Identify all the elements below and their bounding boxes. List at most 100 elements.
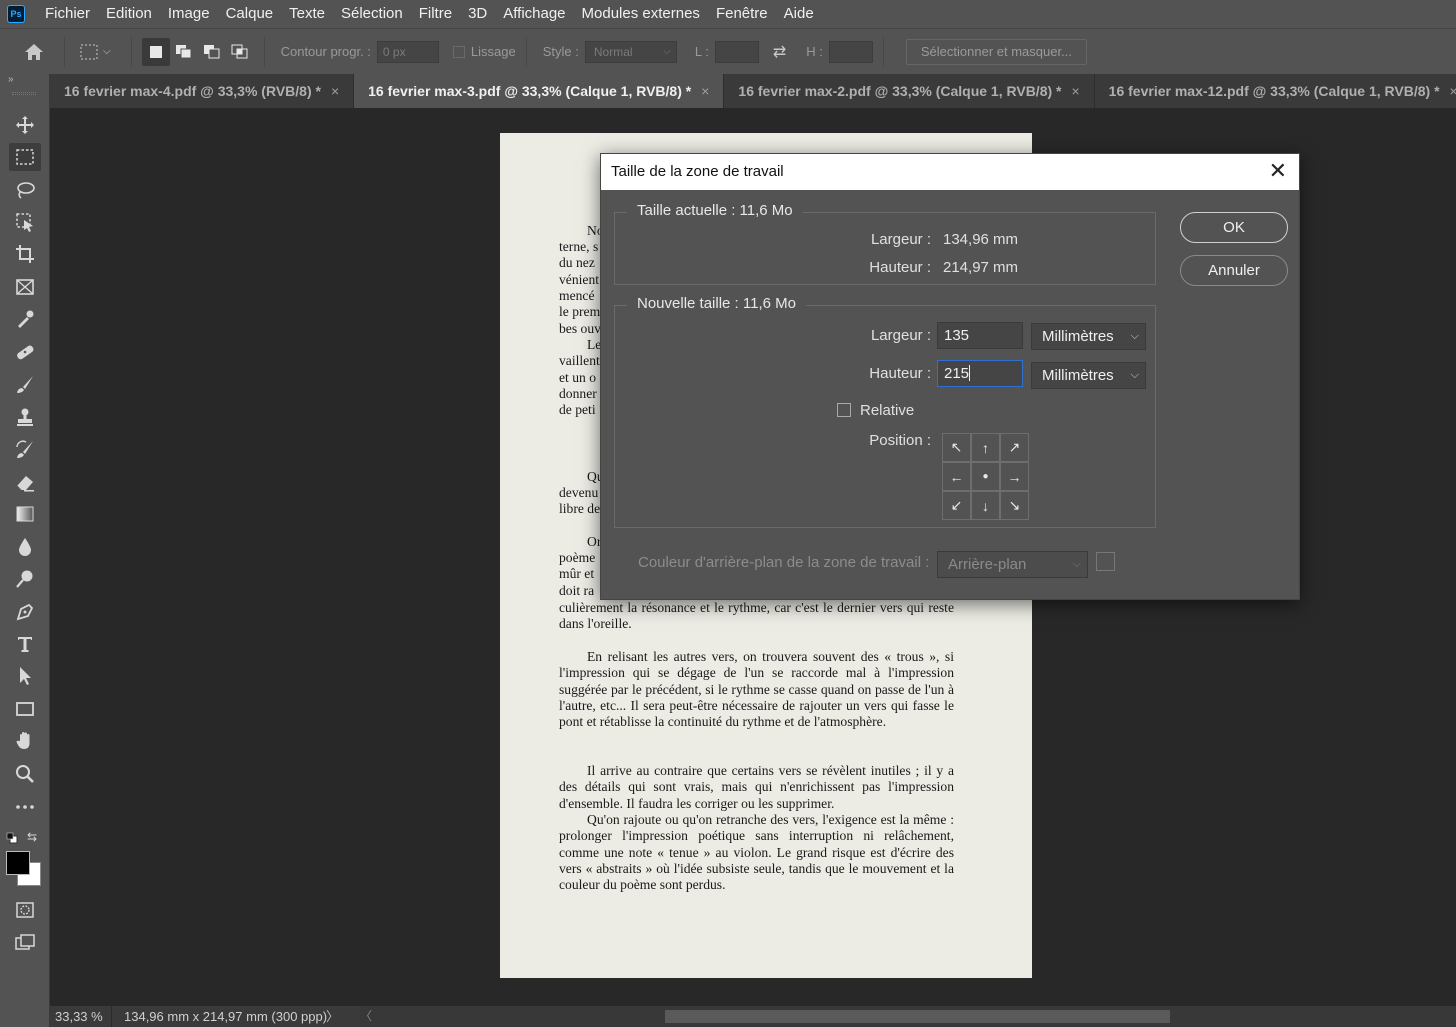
- tab-label: 16 fevrier max-4.pdf @ 33,3% (RVB/8) *: [64, 83, 321, 99]
- height-input[interactable]: [828, 40, 873, 63]
- brush-tool-icon[interactable]: [9, 370, 41, 398]
- object-selection-tool-icon[interactable]: [9, 208, 41, 236]
- tab-label: 16 fevrier max-3.pdf @ 33,3% (Calque 1, …: [368, 83, 692, 99]
- gradient-tool-icon[interactable]: [9, 500, 41, 528]
- new-width-input[interactable]: 135: [937, 322, 1023, 349]
- edit-toolbar-icon[interactable]: [9, 793, 41, 821]
- zoom-level[interactable]: 33,33 %: [50, 1006, 112, 1027]
- home-icon[interactable]: [20, 38, 48, 66]
- style-value: Normal: [593, 44, 633, 59]
- menu-aide[interactable]: Aide: [776, 0, 822, 28]
- anchor-bottom-left-arrow-icon[interactable]: ↙: [942, 491, 971, 520]
- cancel-button[interactable]: Annuler: [1180, 255, 1288, 286]
- anchor-left-arrow-icon[interactable]: ←: [942, 462, 971, 491]
- menu-modules-externes[interactable]: Modules externes: [574, 0, 708, 28]
- screen-mode-icon[interactable]: [9, 929, 41, 957]
- horizontal-scrollbar[interactable]: 〉 〈: [326, 1006, 1456, 1027]
- healing-brush-tool-icon[interactable]: [9, 338, 41, 366]
- foreground-color-swatch[interactable]: [6, 851, 30, 875]
- default-colors-icon[interactable]: [6, 831, 18, 844]
- width-label: L :: [694, 44, 709, 59]
- tab-document-3[interactable]: 16 fevrier max-3.pdf @ 33,3% (Calque 1, …: [354, 74, 725, 108]
- status-menu-arrow-icon[interactable]: 〉: [326, 1006, 339, 1027]
- clone-stamp-tool-icon[interactable]: [9, 403, 41, 431]
- close-icon[interactable]: ×: [701, 74, 709, 108]
- path-selection-tool-icon[interactable]: [9, 662, 41, 690]
- quick-mask-icon[interactable]: [9, 896, 41, 924]
- zoom-tool-icon[interactable]: [9, 760, 41, 788]
- history-brush-tool-icon[interactable]: [9, 435, 41, 463]
- subtract-from-selection-icon[interactable]: [198, 38, 226, 66]
- menu-texte[interactable]: Texte: [281, 0, 333, 28]
- width-input[interactable]: [714, 40, 759, 63]
- menu-calque[interactable]: Calque: [218, 0, 282, 28]
- text-fragment: doit ra: [559, 583, 595, 598]
- lissage-checkbox[interactable]: [452, 45, 465, 58]
- marquee-preset-icon[interactable]: [75, 38, 103, 66]
- dodge-tool-icon[interactable]: [9, 565, 41, 593]
- menu-selection[interactable]: Sélection: [333, 0, 411, 28]
- scroll-left-icon[interactable]: 〈: [360, 1006, 372, 1027]
- blur-tool-icon[interactable]: [9, 533, 41, 561]
- chevron-down-icon[interactable]: ⌵: [103, 46, 111, 57]
- anchor-bottom-right-arrow-icon[interactable]: ↘: [1000, 491, 1029, 520]
- new-height-input[interactable]: 215: [937, 360, 1023, 387]
- close-icon[interactable]: ×: [331, 74, 339, 108]
- options-bar: ⌵ Contour progr. : 0 px Lissage Style : …: [0, 28, 1456, 74]
- scrollbar-thumb[interactable]: [665, 1010, 1170, 1023]
- tab-document-4[interactable]: 16 fevrier max-4.pdf @ 33,3% (RVB/8) * ×: [50, 74, 355, 108]
- anchor-bottom-arrow-icon[interactable]: ↓: [971, 491, 1000, 520]
- hand-tool-icon[interactable]: [9, 727, 41, 755]
- menu-filtre[interactable]: Filtre: [411, 0, 460, 28]
- text-fragment: et un o: [559, 370, 596, 385]
- menu-image[interactable]: Image: [160, 0, 218, 28]
- contour-input[interactable]: 0 px: [376, 40, 439, 63]
- new-selection-icon[interactable]: [141, 37, 170, 66]
- lasso-tool-icon[interactable]: [9, 176, 41, 204]
- select-and-mask-button[interactable]: Sélectionner et masquer...: [905, 38, 1087, 65]
- add-to-selection-icon[interactable]: [170, 38, 198, 66]
- panel-grip[interactable]: [12, 92, 36, 95]
- menu-edition[interactable]: Edition: [98, 0, 160, 28]
- separator: [64, 36, 65, 67]
- swap-dimensions-icon[interactable]: ⇄: [773, 42, 786, 62]
- dialog-title: Taille de la zone de travail: [611, 163, 784, 180]
- ok-button[interactable]: OK: [1180, 212, 1288, 243]
- tab-document-12[interactable]: 16 fevrier max-12.pdf @ 33,3% (Calque 1,…: [1095, 74, 1456, 108]
- close-icon[interactable]: ×: [1450, 74, 1456, 108]
- frame-tool-icon[interactable]: [9, 273, 41, 301]
- rectangular-marquee-tool-icon[interactable]: [9, 143, 41, 171]
- menu-3d[interactable]: 3D: [460, 0, 495, 28]
- menu-fenetre[interactable]: Fenêtre: [708, 0, 776, 28]
- pen-tool-icon[interactable]: [9, 598, 41, 626]
- close-icon[interactable]: ×: [1071, 74, 1079, 108]
- rectangle-tool-icon[interactable]: [9, 695, 41, 723]
- anchor-top-right-arrow-icon[interactable]: ↗: [1000, 433, 1029, 462]
- bg-color-select: Arrière-plan ⌵: [937, 551, 1088, 578]
- crop-tool-icon[interactable]: [9, 240, 41, 268]
- dialog-titlebar[interactable]: Taille de la zone de travail ✕: [601, 154, 1299, 190]
- document-tabs: 16 fevrier max-4.pdf @ 33,3% (RVB/8) * ×…: [50, 74, 1456, 108]
- anchor-center-dot-icon[interactable]: ●: [971, 462, 1000, 491]
- height-unit-select[interactable]: Millimètres ⌵: [1031, 362, 1146, 389]
- anchor-top-arrow-icon[interactable]: ↑: [971, 433, 1000, 462]
- relative-label[interactable]: Relative: [860, 402, 914, 419]
- style-select[interactable]: Normal ⌵: [584, 40, 677, 63]
- new-height-value: 215: [944, 365, 970, 382]
- type-tool-icon[interactable]: [9, 630, 41, 658]
- tab-document-2[interactable]: 16 fevrier max-2.pdf @ 33,3% (Calque 1, …: [724, 74, 1095, 108]
- tools-panel: » ⇆: [0, 74, 50, 1027]
- move-tool-icon[interactable]: [9, 111, 41, 139]
- swap-colors-icon[interactable]: ⇆: [27, 830, 41, 844]
- close-icon[interactable]: ✕: [1269, 160, 1287, 182]
- menu-fichier[interactable]: Fichier: [37, 0, 98, 28]
- relative-checkbox[interactable]: [837, 403, 851, 417]
- eyedropper-tool-icon[interactable]: [9, 305, 41, 333]
- width-unit-select[interactable]: Millimètres ⌵: [1031, 323, 1146, 350]
- collapse-panel-icon[interactable]: »: [8, 74, 14, 85]
- anchor-top-left-arrow-icon[interactable]: ↖: [942, 433, 971, 462]
- intersect-selection-icon[interactable]: [226, 38, 254, 66]
- eraser-tool-icon[interactable]: [9, 468, 41, 496]
- menu-affichage[interactable]: Affichage: [495, 0, 573, 28]
- anchor-right-arrow-icon[interactable]: →: [1000, 462, 1029, 491]
